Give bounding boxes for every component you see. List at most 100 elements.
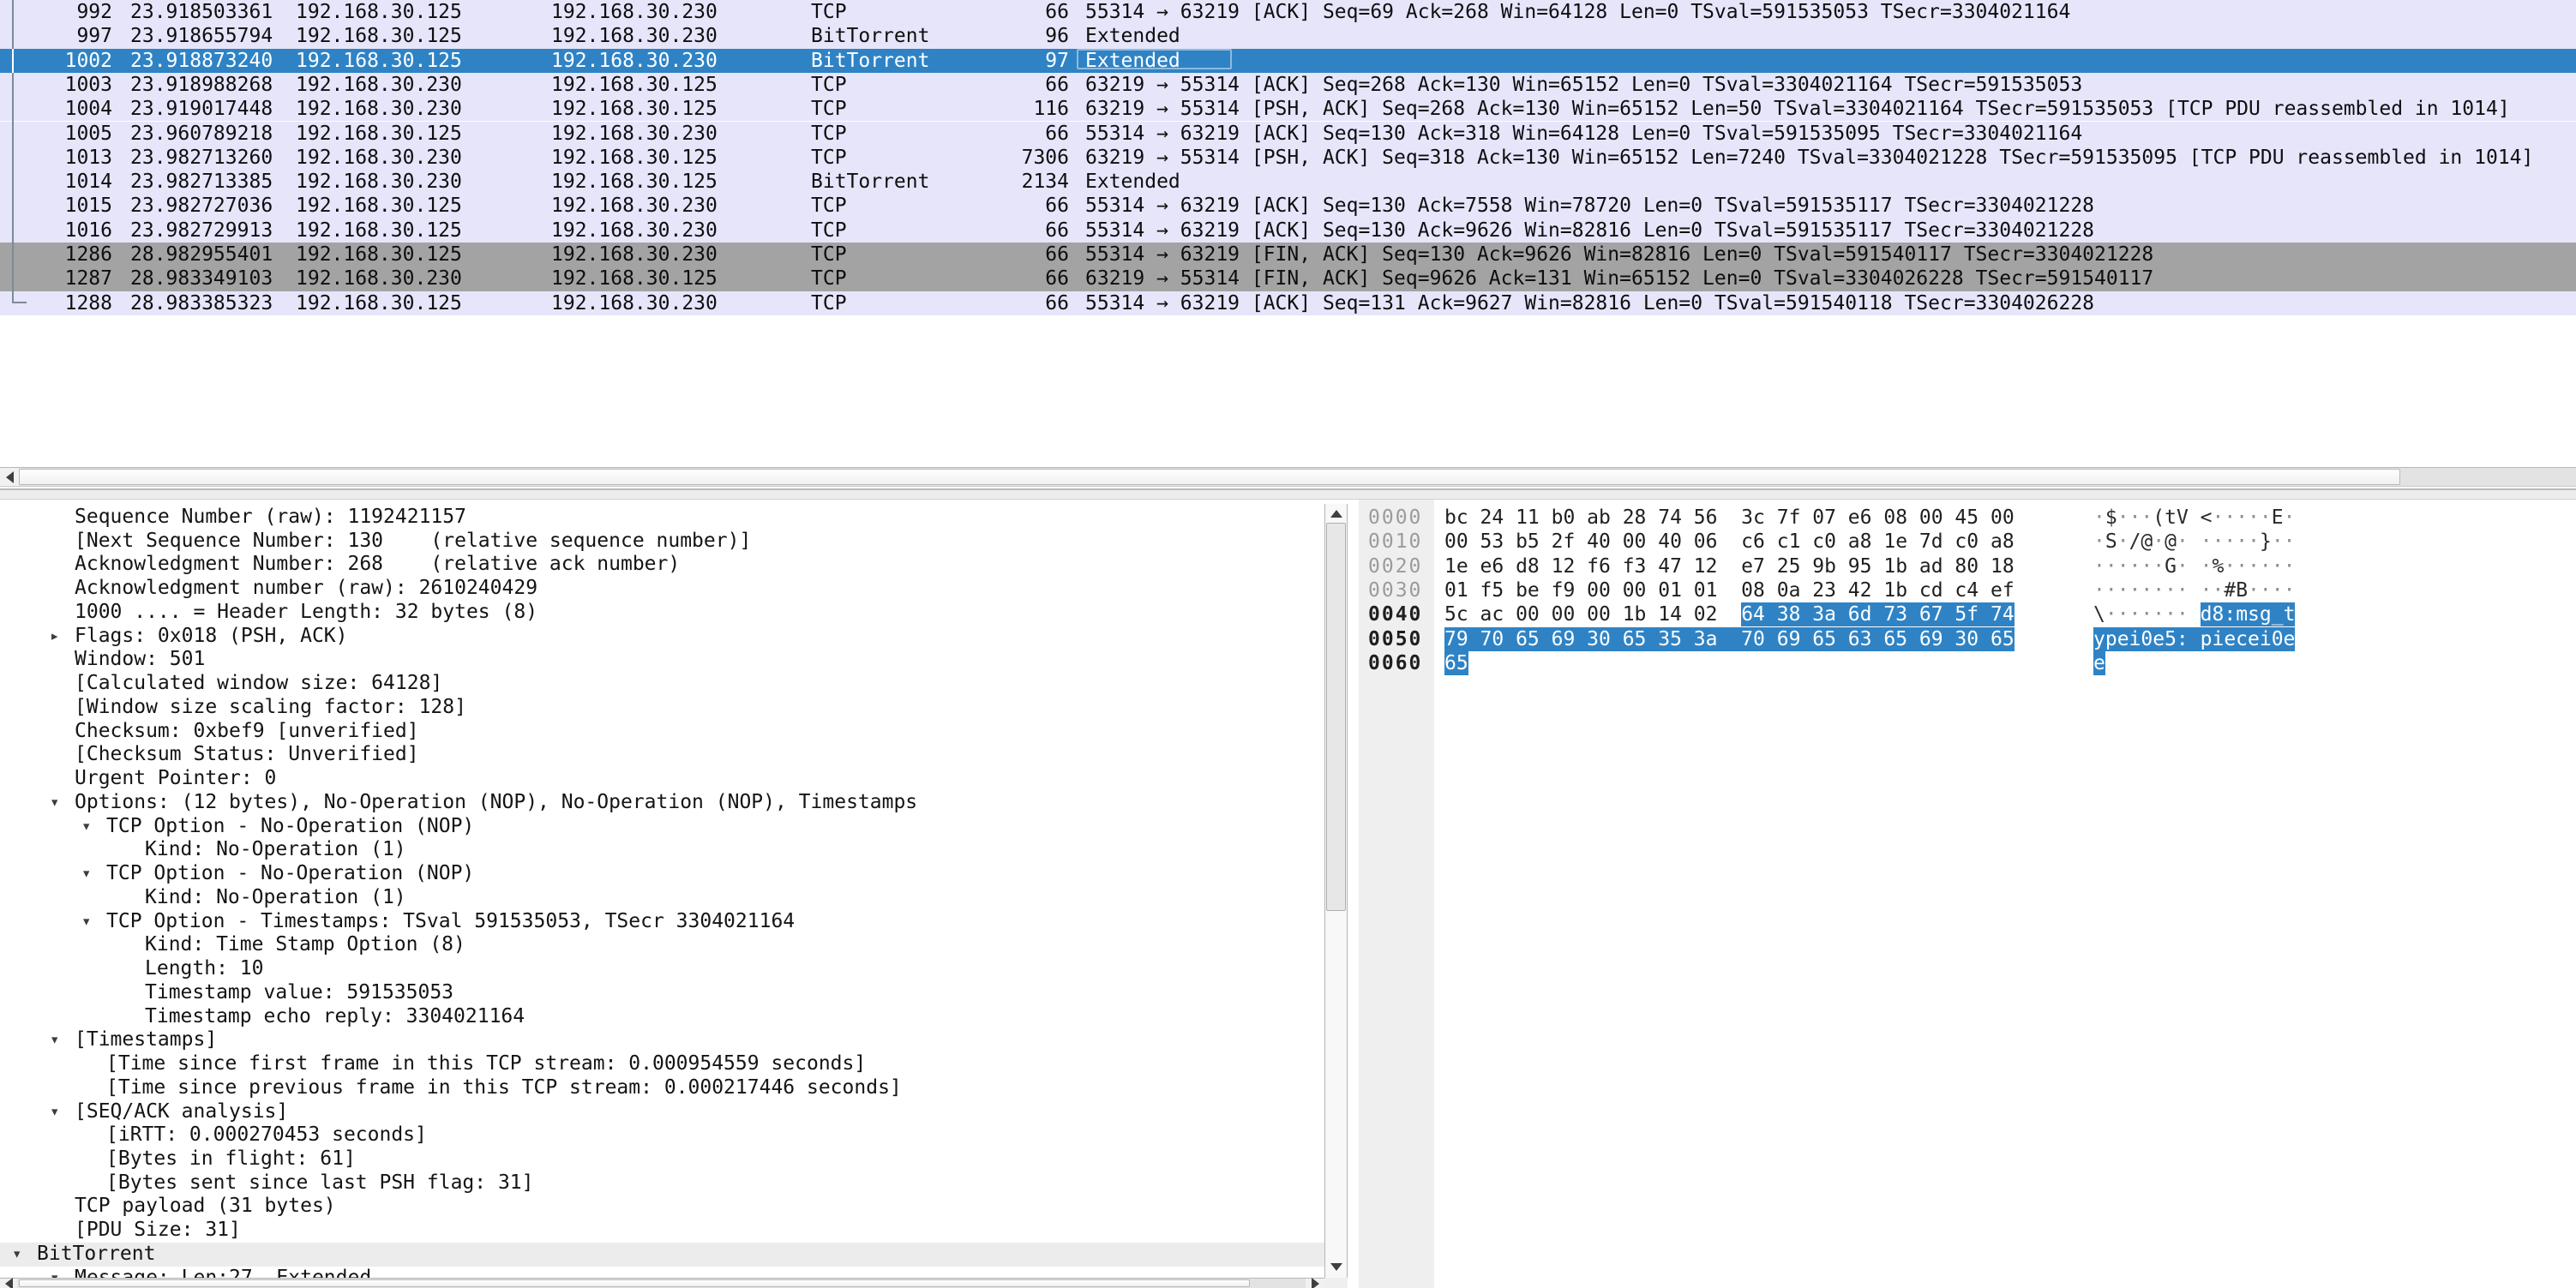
expander-open-icon[interactable]: ▾ bbox=[50, 791, 59, 815]
detail-row[interactable]: Urgent Pointer: 0 bbox=[0, 767, 1324, 791]
detail-row[interactable]: Timestamp echo reply: 3304021164 bbox=[0, 1005, 1324, 1029]
detail-row[interactable]: ▾BitTorrent bbox=[0, 1243, 1324, 1267]
detail-row[interactable]: [Time since previous frame in this TCP s… bbox=[0, 1076, 1324, 1100]
detail-row[interactable]: [Window size scaling factor: 128] bbox=[0, 696, 1324, 720]
detail-row[interactable]: [Time since first frame in this TCP stre… bbox=[0, 1052, 1324, 1076]
hex-bytes[interactable]: 5c ac 00 00 00 1b 14 02 64 38 3a 6d 73 6… bbox=[1444, 602, 2015, 626]
detail-row[interactable]: ▾Options: (12 bytes), No-Operation (NOP)… bbox=[0, 791, 1324, 815]
hex-row[interactable]: 0000bc 24 11 b0 ab 28 74 56 3c 7f 07 e6 … bbox=[1359, 506, 2576, 530]
expander-open-icon[interactable]: ▾ bbox=[50, 1028, 59, 1052]
hex-selected-ascii[interactable]: ypei0e5: piecei0e bbox=[2093, 627, 2295, 651]
hex-ascii[interactable]: ······G· ·%······ bbox=[2093, 554, 2295, 578]
hex-bytes[interactable]: 01 f5 be f9 00 00 01 01 08 0a 23 42 1b c… bbox=[1444, 578, 2015, 602]
detail-row[interactable]: ▾[Timestamps] bbox=[0, 1028, 1324, 1052]
packet-row[interactable]: 128828.983385323192.168.30.125192.168.30… bbox=[0, 291, 2576, 315]
hex-ascii[interactable]: ········ ··#B···· bbox=[2093, 578, 2295, 602]
detail-row[interactable]: [PDU Size: 31] bbox=[0, 1219, 1324, 1243]
hex-selected-bytes[interactable]: 79 70 65 69 30 65 35 3a 70 69 65 63 65 6… bbox=[1444, 627, 2015, 651]
packet-list-h-scrollbar-thumb[interactable] bbox=[19, 469, 2400, 485]
detail-row[interactable]: [Bytes in flight: 61] bbox=[0, 1147, 1324, 1171]
details-h-scrollbar[interactable] bbox=[0, 1278, 1324, 1288]
detail-row[interactable]: [Next Sequence Number: 130 (relative seq… bbox=[0, 530, 1324, 554]
expander-open-icon[interactable]: ▾ bbox=[81, 910, 91, 934]
hex-selected-ascii[interactable]: d8:msg_t bbox=[2201, 602, 2296, 626]
scroll-up-button[interactable] bbox=[1325, 504, 1347, 523]
hex-bytes[interactable]: bc 24 11 b0 ab 28 74 56 3c 7f 07 e6 08 0… bbox=[1444, 506, 2015, 530]
hex-bytes[interactable]: 65 bbox=[1444, 651, 1468, 675]
detail-row[interactable]: ▾TCP Option - No-Operation (NOP) bbox=[0, 815, 1324, 839]
hex-bytes[interactable]: 1e e6 d8 12 f6 f3 47 12 e7 25 9b 95 1b a… bbox=[1444, 554, 2015, 578]
hex-selected-ascii[interactable]: e bbox=[2093, 651, 2105, 675]
packet-cell-proto: BitTorrent bbox=[811, 170, 1017, 194]
detail-row[interactable]: Acknowledgment Number: 268 (relative ack… bbox=[0, 553, 1324, 577]
packet-row[interactable]: 100523.960789218192.168.30.125192.168.30… bbox=[0, 122, 2576, 146]
detail-row[interactable]: TCP payload (31 bytes) bbox=[0, 1195, 1324, 1219]
packet-row[interactable]: 128628.982955401192.168.30.125192.168.30… bbox=[0, 243, 2576, 267]
detail-row[interactable]: Acknowledgment number (raw): 2610240429 bbox=[0, 577, 1324, 601]
detail-row[interactable]: Kind: No-Operation (1) bbox=[0, 838, 1324, 862]
detail-row[interactable]: ▾Message: Len:27 Extended bbox=[0, 1267, 1324, 1278]
hex-row[interactable]: 006065e bbox=[1359, 651, 2576, 675]
detail-row[interactable]: Sequence Number (raw): 1192421157 bbox=[0, 506, 1324, 530]
expander-open-icon[interactable]: ▾ bbox=[50, 1100, 59, 1124]
scroll-left-button[interactable] bbox=[0, 468, 19, 486]
packet-list-h-scrollbar[interactable] bbox=[0, 467, 2576, 487]
detail-row[interactable]: [iRTT: 0.000270453 seconds] bbox=[0, 1123, 1324, 1147]
details-v-scrollbar-thumb[interactable] bbox=[1326, 523, 1346, 911]
packet-row[interactable]: 101323.982713260192.168.30.230192.168.30… bbox=[0, 146, 2576, 170]
packet-row[interactable]: 101423.982713385192.168.30.230192.168.30… bbox=[0, 170, 2576, 194]
packet-list-pane[interactable]: 99223.918503361192.168.30.125192.168.30.… bbox=[0, 0, 2576, 467]
packet-row[interactable]: 128728.983349103192.168.30.230192.168.30… bbox=[0, 267, 2576, 291]
expander-open-icon[interactable]: ▾ bbox=[12, 1243, 21, 1267]
packet-row[interactable]: 99723.918655794192.168.30.125192.168.30.… bbox=[0, 24, 2576, 48]
detail-row[interactable]: Window: 501 bbox=[0, 648, 1324, 672]
hex-bytes[interactable]: 00 53 b5 2f 40 00 40 06 c6 c1 c0 a8 1e 7… bbox=[1444, 530, 2015, 554]
details-h-scrollbar-thumb[interactable] bbox=[19, 1279, 1250, 1287]
packet-row[interactable]: 100223.918873240192.168.30.125192.168.30… bbox=[0, 49, 2576, 73]
packet-details-pane[interactable]: Sequence Number (raw): 1192421157[Next S… bbox=[0, 500, 1324, 1278]
pane-splitter-vertical[interactable] bbox=[1348, 500, 1359, 1288]
hex-ascii[interactable]: e bbox=[2093, 651, 2105, 675]
hex-dump-pane[interactable]: 0000bc 24 11 b0 ab 28 74 56 3c 7f 07 e6 … bbox=[1359, 500, 2576, 1288]
detail-row[interactable]: ▸Flags: 0x018 (PSH, ACK) bbox=[0, 625, 1324, 649]
hex-ascii[interactable]: ypei0e5: piecei0e bbox=[2093, 627, 2295, 651]
packet-row[interactable]: 100323.918988268192.168.30.230192.168.30… bbox=[0, 73, 2576, 97]
pane-splitter-horizontal[interactable] bbox=[0, 488, 2576, 500]
detail-row[interactable]: [Bytes sent since last PSH flag: 31] bbox=[0, 1171, 1324, 1195]
packet-row[interactable]: 99223.918503361192.168.30.125192.168.30.… bbox=[0, 0, 2576, 24]
scroll-down-button[interactable] bbox=[1325, 1257, 1347, 1276]
hex-selected-bytes[interactable]: 65 bbox=[1444, 651, 1468, 675]
packet-row[interactable]: 101523.982727036192.168.30.125192.168.30… bbox=[0, 194, 2576, 218]
details-v-scrollbar[interactable] bbox=[1324, 504, 1348, 1278]
expander-open-icon[interactable]: ▾ bbox=[50, 1267, 59, 1278]
hex-row[interactable]: 005079 70 65 69 30 65 35 3a 70 69 65 63 … bbox=[1359, 627, 2576, 651]
detail-row[interactable]: ▾[SEQ/ACK analysis] bbox=[0, 1100, 1324, 1124]
detail-row[interactable]: ▾TCP Option - No-Operation (NOP) bbox=[0, 862, 1324, 886]
hex-row[interactable]: 00201e e6 d8 12 f6 f3 47 12 e7 25 9b 95 … bbox=[1359, 554, 2576, 578]
packet-row[interactable]: 101623.982729913192.168.30.125192.168.30… bbox=[0, 219, 2576, 243]
hex-bytes[interactable]: 79 70 65 69 30 65 35 3a 70 69 65 63 65 6… bbox=[1444, 627, 2015, 651]
detail-row[interactable]: [Calculated window size: 64128] bbox=[0, 672, 1324, 696]
hex-row[interactable]: 00405c ac 00 00 00 1b 14 02 64 38 3a 6d … bbox=[1359, 602, 2576, 626]
hex-selected-bytes[interactable]: 64 38 3a 6d 73 67 5f 74 bbox=[1741, 602, 2015, 626]
expander-closed-icon[interactable]: ▸ bbox=[50, 625, 59, 649]
detail-row[interactable]: Kind: No-Operation (1) bbox=[0, 886, 1324, 910]
packet-cell-time: 23.960789218 bbox=[130, 122, 296, 146]
detail-row[interactable]: Kind: Time Stamp Option (8) bbox=[0, 933, 1324, 957]
expander-open-icon[interactable]: ▾ bbox=[81, 862, 91, 886]
scroll-right-button[interactable] bbox=[1306, 1279, 1324, 1288]
detail-row[interactable]: [Checksum Status: Unverified] bbox=[0, 743, 1324, 767]
hex-row[interactable]: 001000 53 b5 2f 40 00 40 06 c6 c1 c0 a8 … bbox=[1359, 530, 2576, 554]
hex-ascii[interactable]: ·S·/@·@· ·····}·· bbox=[2093, 530, 2296, 554]
detail-row[interactable]: Checksum: 0xbef9 [unverified] bbox=[0, 720, 1324, 744]
hex-ascii[interactable]: ·$···(tV <·····E· bbox=[2093, 506, 2295, 530]
detail-row[interactable]: Timestamp value: 591535053 bbox=[0, 981, 1324, 1005]
expander-open-icon[interactable]: ▾ bbox=[81, 815, 91, 839]
packet-row[interactable]: 100423.919017448192.168.30.230192.168.30… bbox=[0, 97, 2576, 121]
detail-row[interactable]: ▾TCP Option - Timestamps: TSval 59153505… bbox=[0, 910, 1324, 934]
hex-ascii[interactable]: \······· d8:msg_t bbox=[2093, 602, 2295, 626]
detail-row[interactable]: Length: 10 bbox=[0, 957, 1324, 981]
hex-row[interactable]: 003001 f5 be f9 00 00 01 01 08 0a 23 42 … bbox=[1359, 578, 2576, 602]
detail-row[interactable]: 1000 .... = Header Length: 32 bytes (8) bbox=[0, 601, 1324, 625]
scroll-left-button[interactable] bbox=[0, 1279, 17, 1288]
